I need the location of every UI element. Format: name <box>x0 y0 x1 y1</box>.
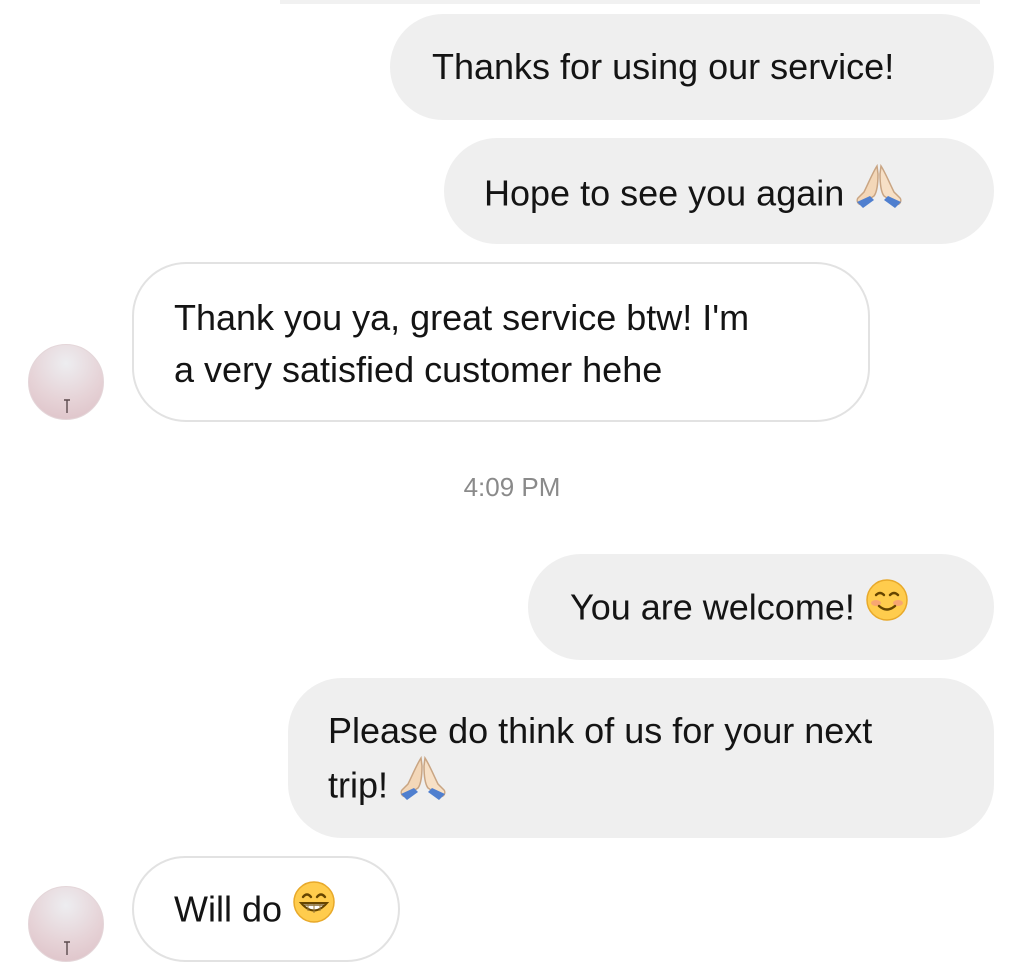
timestamp: 4:09 PM <box>463 472 561 502</box>
message-text-line: Thank you ya, great service btw! I'm <box>174 297 750 338</box>
message-bubble-outgoing[interactable]: You are welcome! <box>528 554 994 660</box>
message-text: Thanks for using our service! <box>432 46 895 87</box>
message-bubble-incoming[interactable]: Will do <box>132 856 400 962</box>
avatar[interactable] <box>28 886 104 962</box>
top-divider <box>280 0 980 4</box>
message-bubble-outgoing[interactable]: Please do think of us for your next trip… <box>288 678 994 838</box>
message-text-line: trip! <box>328 764 389 806</box>
message-bubble-outgoing[interactable]: Hope to see you again <box>444 138 994 244</box>
smiling-face-icon <box>865 578 909 636</box>
message-text-line: Please do think of us for your next <box>328 710 873 751</box>
grinning-face-icon <box>292 880 336 938</box>
message-bubble-incoming[interactable]: Thank you ya, great service btw! I'm a v… <box>132 262 870 422</box>
message-text: Will do <box>174 888 283 930</box>
avatar[interactable] <box>28 344 104 420</box>
folded-hands-icon <box>398 754 448 816</box>
folded-hands-icon <box>854 162 904 224</box>
message-text: Hope to see you again <box>484 172 845 214</box>
message-bubble-outgoing[interactable]: Thanks for using our service! <box>390 14 994 120</box>
message-text: You are welcome! <box>570 586 855 628</box>
message-text-line: a very satisfied customer hehe <box>174 349 663 390</box>
